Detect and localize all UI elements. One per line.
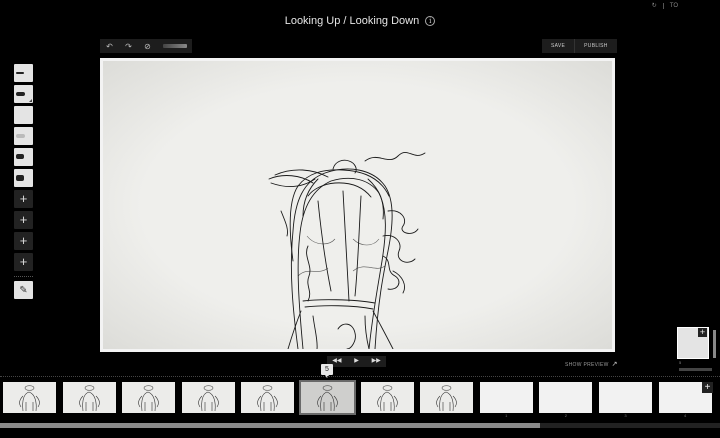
frame-number: 1 bbox=[505, 413, 508, 418]
playback-controls: ◀◀ ▶ ▶▶ bbox=[327, 356, 386, 367]
timeline-frame[interactable] bbox=[181, 382, 235, 413]
timeline-frame[interactable] bbox=[3, 382, 56, 413]
brush-empty-button[interactable] bbox=[14, 106, 33, 124]
timeline-frame[interactable] bbox=[299, 380, 356, 415]
selected-frame-marker: 5 bbox=[321, 364, 333, 378]
brush-stroke-icon bbox=[16, 134, 25, 138]
frame-number: 4 bbox=[683, 413, 687, 418]
frame-marker-label: 5 bbox=[325, 366, 329, 373]
timeline-frame[interactable] bbox=[539, 382, 593, 413]
add-brush-button[interactable]: + bbox=[14, 190, 33, 208]
timeline-divider bbox=[0, 376, 720, 377]
eraser-icon: ✎ bbox=[19, 284, 28, 296]
add-brush-button[interactable]: + bbox=[14, 253, 33, 271]
add-brush-button[interactable]: + bbox=[14, 211, 33, 229]
timeline-frame[interactable] bbox=[360, 382, 414, 413]
add-frame-icon[interactable]: + bbox=[698, 328, 707, 337]
timeline-frame[interactable] bbox=[420, 382, 474, 413]
brush-round-button[interactable] bbox=[14, 85, 33, 103]
clear-button[interactable]: ⊘ bbox=[138, 39, 157, 53]
title-text: Looking Up / Looking Down bbox=[284, 15, 420, 27]
current-frame-thumbnail[interactable]: + bbox=[677, 327, 709, 359]
brush-thick-button[interactable] bbox=[14, 169, 33, 187]
brush-stroke-icon bbox=[16, 154, 24, 159]
brush-soft-button[interactable] bbox=[14, 127, 33, 145]
redo-icon: ↷ bbox=[125, 41, 132, 51]
publish-button[interactable]: PUBLISH bbox=[574, 39, 617, 53]
frame-timeline: 1 2 3 4 bbox=[0, 378, 720, 422]
add-frame-button[interactable]: + bbox=[702, 382, 713, 393]
timeline-scrollbar[interactable] bbox=[0, 423, 720, 428]
brush-stroke-icon bbox=[16, 72, 24, 74]
eraser-button[interactable]: ✎ bbox=[14, 281, 33, 299]
drawing-canvas-frame bbox=[100, 58, 615, 352]
edit-toolbar: ↶ ↷ ⊘ bbox=[100, 39, 192, 53]
timeline-frame[interactable] bbox=[599, 382, 652, 413]
show-preview-label: SHOW PREVIEW bbox=[565, 362, 609, 368]
frame-number: 2 bbox=[564, 413, 567, 418]
tool-divider bbox=[14, 276, 33, 277]
add-brush-button[interactable]: + bbox=[14, 232, 33, 250]
clear-icon: ⊘ bbox=[144, 41, 151, 51]
timeline-frame[interactable] bbox=[122, 382, 176, 413]
undo-icon: ↶ bbox=[106, 41, 113, 51]
document-title: Looking Up / Looking Down i bbox=[0, 15, 720, 27]
current-frame-number: 5 bbox=[679, 360, 682, 365]
brush-palette: + + + + bbox=[14, 64, 33, 271]
brush-size-slider[interactable] bbox=[163, 44, 187, 48]
fast-forward-icon: ▶▶ bbox=[371, 358, 381, 364]
save-button[interactable]: SAVE bbox=[542, 39, 574, 53]
drawing-canvas[interactable] bbox=[103, 61, 612, 349]
redo-button[interactable]: ↷ bbox=[119, 39, 138, 53]
timeline-frame[interactable] bbox=[62, 382, 116, 413]
brush-stroke-icon bbox=[16, 92, 25, 96]
user-label[interactable]: TO bbox=[670, 3, 678, 9]
play-button[interactable]: ▶ bbox=[347, 356, 367, 367]
brush-thin-button[interactable] bbox=[14, 64, 33, 82]
info-icon[interactable]: i bbox=[425, 16, 436, 26]
external-arrow-icon: ↗ bbox=[611, 361, 618, 368]
brush-medium-button[interactable] bbox=[14, 148, 33, 166]
sketch-drawing bbox=[268, 151, 426, 349]
side-scrollbar[interactable] bbox=[713, 330, 716, 358]
brush-stroke-icon bbox=[16, 175, 24, 181]
undo-button[interactable]: ↶ bbox=[100, 39, 119, 53]
refresh-icon[interactable]: ↻ bbox=[652, 2, 657, 9]
divider bbox=[662, 2, 664, 9]
side-progress-bar bbox=[679, 368, 712, 371]
scrollbar-thumb[interactable] bbox=[0, 423, 540, 428]
timeline-frame[interactable] bbox=[241, 382, 295, 413]
save-publish-group: SAVE PUBLISH bbox=[542, 39, 617, 53]
rewind-icon: ◀◀ bbox=[332, 358, 342, 364]
timeline-frame[interactable] bbox=[479, 382, 533, 413]
play-icon: ▶ bbox=[354, 358, 359, 364]
show-preview-link[interactable]: SHOW PREVIEW ↗ bbox=[565, 360, 618, 368]
frame-number: 3 bbox=[624, 413, 627, 418]
brush-options-icon[interactable] bbox=[29, 99, 32, 102]
next-frame-button[interactable]: ▶▶ bbox=[366, 356, 386, 367]
account-area: ↻ TO bbox=[652, 2, 678, 9]
